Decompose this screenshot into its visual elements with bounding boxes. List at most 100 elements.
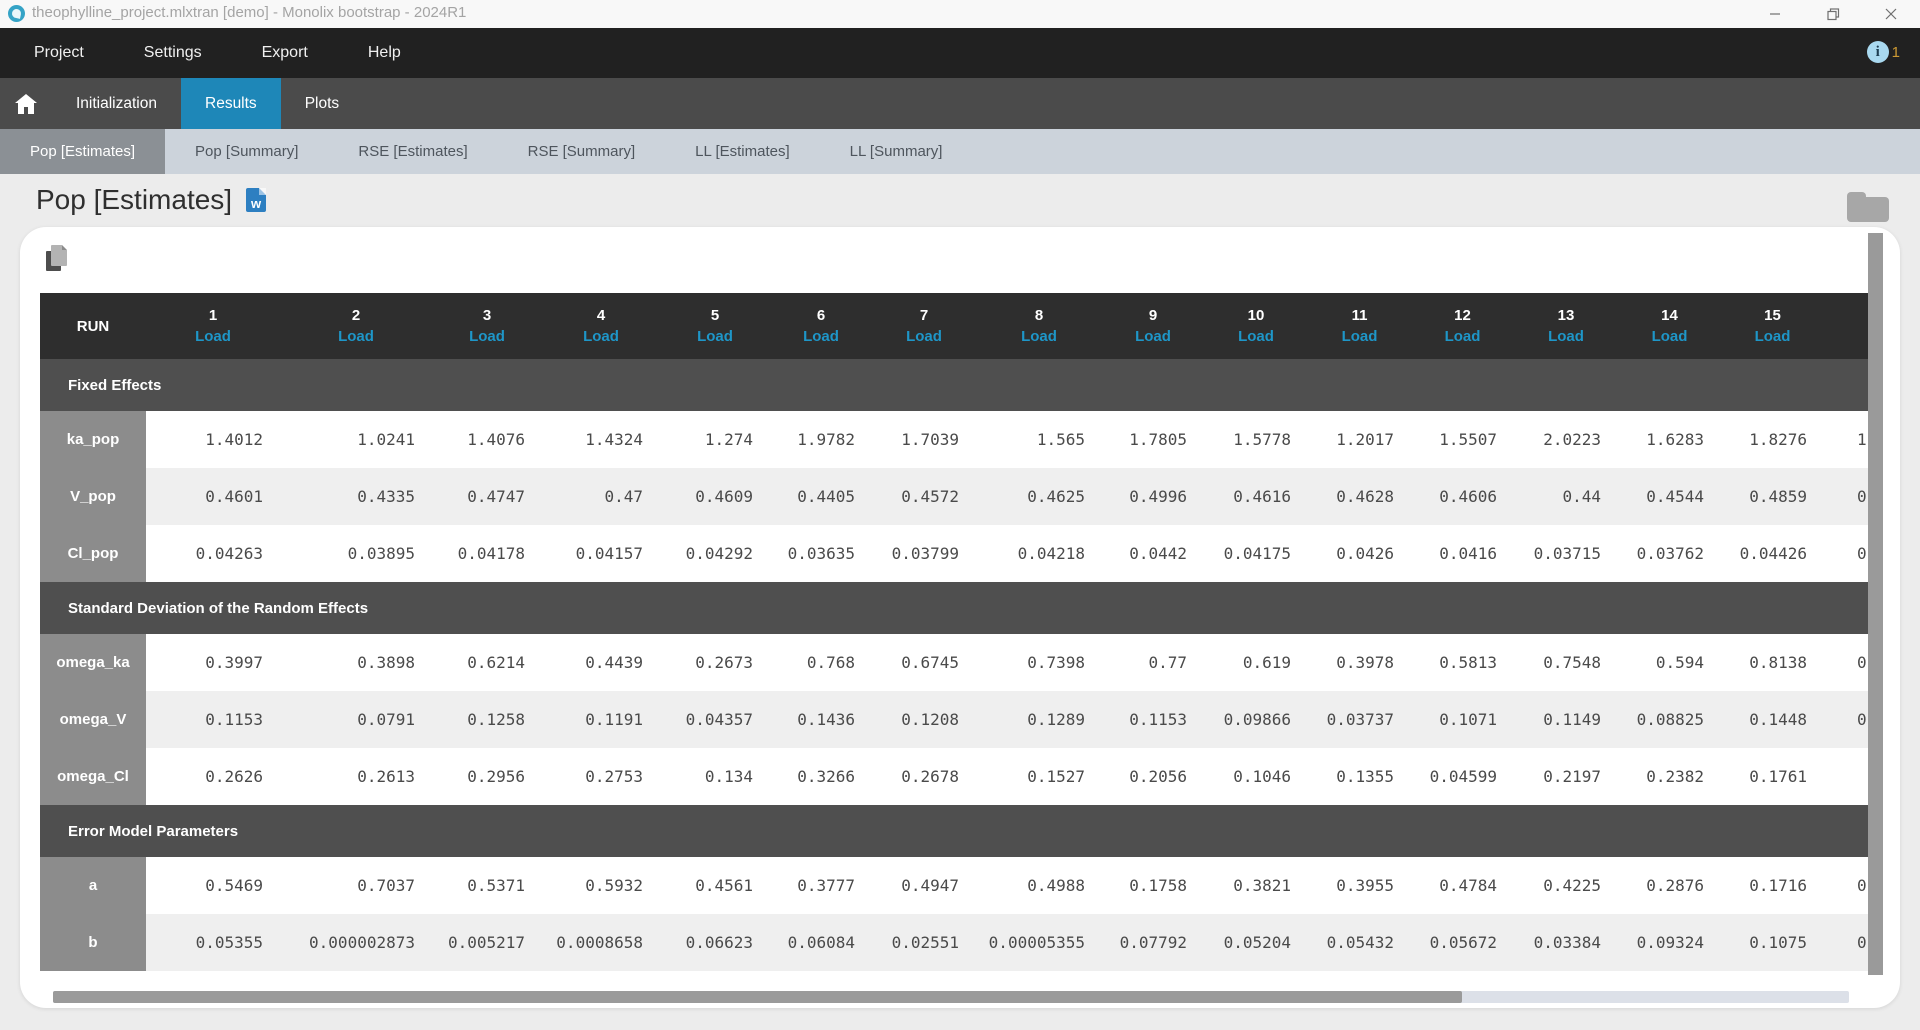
subtab-pop-summary[interactable]: Pop [Summary]: [165, 129, 328, 174]
load-run-11-link[interactable]: Load: [1308, 328, 1411, 345]
load-run-8-link[interactable]: Load: [976, 328, 1102, 345]
table-cell-clipped: 0: [1824, 857, 1868, 914]
table-cell: 0.6214: [432, 634, 542, 691]
table-cell: 0.1208: [872, 691, 976, 748]
table-cell: 0.44: [1514, 468, 1618, 525]
table-cell: 0.4947: [872, 857, 976, 914]
table-cell: 0.02551: [872, 914, 976, 971]
table-cell-clipped: 0.: [1824, 525, 1868, 582]
table-cell: 0.768: [770, 634, 872, 691]
table-cell: 0.05355: [146, 914, 280, 971]
vertical-scrollbar[interactable]: [1868, 233, 1883, 975]
table-cell: 0.5932: [542, 857, 660, 914]
monolix-app-icon: [8, 5, 25, 22]
row-label-omega-ka: omega_ka: [40, 634, 146, 691]
table-cell: 0.000002873: [280, 914, 432, 971]
table-cell: 0.4439: [542, 634, 660, 691]
table-row-b: b0.053550.0000028730.0052170.00086580.06…: [40, 914, 1868, 971]
table-cell: 0.06084: [770, 914, 872, 971]
table-cell: 0.1046: [1204, 748, 1308, 805]
table-cell: 0.4572: [872, 468, 976, 525]
subtab-ll-estimates[interactable]: LL [Estimates]: [665, 129, 819, 174]
load-run-1-link[interactable]: Load: [146, 328, 280, 345]
table-cell-clipped: 0: [1824, 468, 1868, 525]
load-run-9-link[interactable]: Load: [1102, 328, 1204, 345]
table-cell: 0.05432: [1308, 914, 1411, 971]
menu-project[interactable]: Project: [4, 28, 114, 78]
table-cell: 0.04292: [660, 525, 770, 582]
load-run-2-link[interactable]: Load: [280, 328, 432, 345]
table-cell: 0.3898: [280, 634, 432, 691]
open-folder-icon[interactable]: [1847, 192, 1889, 222]
load-run-7-link[interactable]: Load: [872, 328, 976, 345]
table-cell: 0.1758: [1102, 857, 1204, 914]
minimize-button[interactable]: [1758, 0, 1792, 28]
table-cell: 0.4405: [770, 468, 872, 525]
table-row-v-pop: V_pop0.46010.43350.47470.470.46090.44050…: [40, 468, 1868, 525]
load-run-14-link[interactable]: Load: [1618, 328, 1721, 345]
load-run-3-link[interactable]: Load: [432, 328, 542, 345]
subtab-pop-estimates[interactable]: Pop [Estimates]: [0, 129, 165, 174]
table-cell: 0.03384: [1514, 914, 1618, 971]
table-cell: 0.5813: [1411, 634, 1514, 691]
column-header-number: 5: [660, 307, 770, 324]
table-cell: 0.3955: [1308, 857, 1411, 914]
load-run-4-link[interactable]: Load: [542, 328, 660, 345]
load-run-13-link[interactable]: Load: [1514, 328, 1618, 345]
copy-table-icon[interactable]: [46, 245, 70, 273]
table-cell: 0.04178: [432, 525, 542, 582]
table-cell: 0.4784: [1411, 857, 1514, 914]
table-cell: 0.03737: [1308, 691, 1411, 748]
table-cell: 0.03895: [280, 525, 432, 582]
close-button[interactable]: [1874, 0, 1908, 28]
table-row-a: a0.54690.70370.53710.59320.45610.37770.4…: [40, 857, 1868, 914]
table-cell-clipped: 0: [1824, 634, 1868, 691]
load-run-10-link[interactable]: Load: [1204, 328, 1308, 345]
tab-initialization[interactable]: Initialization: [52, 78, 181, 129]
table-cell: 1.2017: [1308, 411, 1411, 468]
horizontal-scrollbar[interactable]: [53, 991, 1849, 1003]
table-cell: 1.6283: [1618, 411, 1721, 468]
export-word-icon[interactable]: w: [246, 188, 266, 212]
clipped-column-header: [1824, 293, 1868, 359]
subtab-ll-summary[interactable]: LL [Summary]: [820, 129, 973, 174]
menu-settings[interactable]: Settings: [114, 28, 232, 78]
run-column-10: 10Load: [1204, 293, 1308, 359]
main-tab-bar: InitializationResultsPlots: [0, 78, 1920, 129]
subtab-rse-estimates[interactable]: RSE [Estimates]: [328, 129, 497, 174]
table-cell: 0.1258: [432, 691, 542, 748]
table-cell: 0.3777: [770, 857, 872, 914]
table-row-omega-ka: omega_ka0.39970.38980.62140.44390.26730.…: [40, 634, 1868, 691]
column-header-number: 2: [280, 307, 432, 324]
load-run-5-link[interactable]: Load: [660, 328, 770, 345]
table-cell: 0.4601: [146, 468, 280, 525]
table-cell: 0.4988: [976, 857, 1102, 914]
table-cell: 0.4859: [1721, 468, 1824, 525]
table-cell: 1.274: [660, 411, 770, 468]
load-run-15-link[interactable]: Load: [1721, 328, 1824, 345]
tab-plots[interactable]: Plots: [281, 78, 363, 129]
horizontal-scrollbar-thumb[interactable]: [53, 991, 1462, 1003]
table-cell: 0.2956: [432, 748, 542, 805]
load-run-6-link[interactable]: Load: [770, 328, 872, 345]
menu-export[interactable]: Export: [232, 28, 338, 78]
table-cell: 0.1761: [1721, 748, 1824, 805]
estimates-table-wrap: RUN1Load2Load3Load4Load5Load6Load7Load8L…: [40, 293, 1868, 971]
table-cell: 0.04157: [542, 525, 660, 582]
table-cell-clipped: [1824, 748, 1868, 805]
notifications-badge[interactable]: i 1: [1867, 41, 1900, 63]
table-cell: 0.4625: [976, 468, 1102, 525]
tab-home[interactable]: [0, 78, 52, 129]
run-column-3: 3Load: [432, 293, 542, 359]
tab-results[interactable]: Results: [181, 78, 281, 129]
load-run-12-link[interactable]: Load: [1411, 328, 1514, 345]
menu-help[interactable]: Help: [338, 28, 431, 78]
table-cell: 0.4747: [432, 468, 542, 525]
menu-bar: ProjectSettingsExportHelp i 1: [0, 28, 1920, 78]
maximize-button[interactable]: [1816, 0, 1850, 28]
run-column-9: 9Load: [1102, 293, 1204, 359]
table-cell: 0.1149: [1514, 691, 1618, 748]
subtab-rse-summary[interactable]: RSE [Summary]: [498, 129, 666, 174]
table-cell: 0.2056: [1102, 748, 1204, 805]
page-title: Pop [Estimates]: [36, 184, 232, 216]
